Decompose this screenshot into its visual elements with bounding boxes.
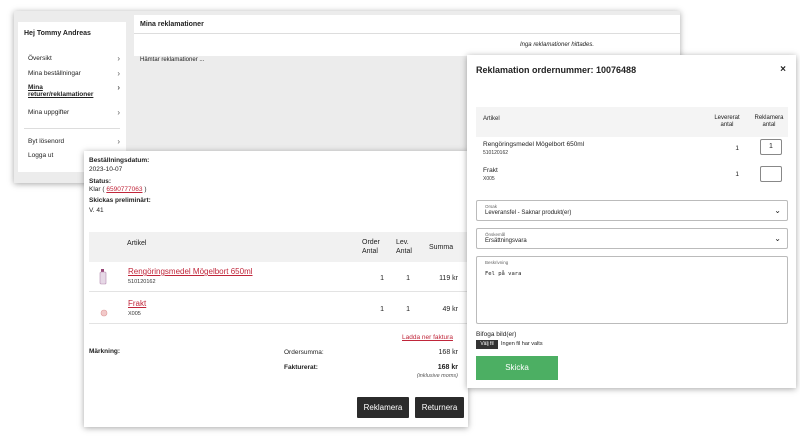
sidebar-item-change-password[interactable]: Byt lösenord › (28, 137, 120, 146)
chevron-right-icon: › (117, 54, 120, 63)
chevron-right-icon: › (117, 137, 120, 146)
order-detail-panel: Beställningsdatum: 2023-10-07 Status: Kl… (84, 151, 468, 427)
sidebar-item-label: Logga ut (28, 152, 54, 159)
col-sum: Summa (429, 244, 454, 251)
description-value: Fel på vara (485, 271, 522, 277)
choose-file-button[interactable]: Välj fil (476, 340, 498, 349)
sidebar-item-label: Mina beställningar (28, 70, 81, 77)
wish-select[interactable]: Önskemål Ersättningsvara ⌄ (476, 228, 788, 249)
bottle-icon (99, 269, 107, 285)
modal-table-header: Artikel Levererat antal Reklamera antal (476, 107, 788, 137)
col-article: Artikel (127, 240, 147, 247)
sidebar-item-label: Översikt (28, 55, 52, 62)
marking-label: Märkning: (89, 348, 121, 355)
col-order-qty: Order Antal (362, 239, 380, 255)
modal-delivered-qty: 1 (735, 145, 739, 152)
divider (24, 128, 120, 129)
modal-product-sku: X005 (483, 176, 495, 182)
reason-value: Leveransfel - Saknar produkt(er) (485, 210, 572, 216)
col-article: Artikel (483, 116, 500, 122)
modal-product-name: Frakt (483, 167, 498, 174)
status-prefix: Klar ( (89, 186, 105, 193)
delivered-qty: 1 (406, 306, 410, 313)
wish-value: Ersättningsvara (485, 238, 527, 244)
order-date-value: 2023-10-07 (89, 166, 123, 173)
divider (89, 323, 468, 324)
sidebar-item-label: Mina returer/reklamationer (28, 84, 94, 98)
download-invoice-link[interactable]: Ladda ner faktura (402, 334, 453, 341)
sidebar-item-overview[interactable]: Översikt › (28, 54, 120, 63)
status-link[interactable]: 6590777063 (106, 186, 142, 193)
description-label: Beskrivning (485, 260, 509, 265)
invoiced-label: Fakturerat: (284, 364, 318, 371)
chevron-down-icon: ⌄ (774, 234, 781, 243)
modal-product-name: Rengöringsmedel Mögelbort 650ml (483, 141, 585, 148)
shipping-icon (100, 309, 108, 317)
reason-select[interactable]: Orsak Leveransfel - Saknar produkt(er) ⌄ (476, 200, 788, 221)
delivered-qty: 1 (406, 275, 410, 282)
greeting: Hej Tommy Andreas (24, 30, 91, 37)
complain-qty-input[interactable] (760, 166, 782, 182)
ship-value: V. 41 (89, 207, 104, 214)
product-link[interactable]: Frakt (128, 299, 146, 308)
sidebar-item-orders[interactable]: Mina beställningar › (28, 69, 120, 78)
chevron-down-icon: ⌄ (774, 206, 781, 215)
chevron-right-icon: › (117, 69, 120, 78)
col-delivered: Levererat antal (714, 115, 740, 128)
status-suffix: ) (144, 186, 147, 193)
divider (89, 291, 468, 292)
no-file-text: Ingen fil har valts (501, 341, 543, 347)
row-sum: 119 kr (439, 275, 458, 282)
modal-product-sku: 510120162 (483, 150, 509, 156)
invoiced-value: 168 kr (437, 364, 458, 371)
description-textarea[interactable]: Beskrivning Fel på vara (476, 256, 788, 324)
product-sku: X005 (128, 311, 141, 317)
order-table-header: Artikel Order Antal Lev. Antal Summa (89, 232, 468, 262)
sidebar-item-details[interactable]: Mina uppgifter › (28, 108, 120, 117)
modal-delivered-qty: 1 (735, 171, 739, 178)
product-link[interactable]: Rengöringsmedel Mögelbort 650ml (128, 267, 253, 276)
product-thumbnail[interactable] (98, 269, 108, 285)
sidebar-item-label: Mina uppgifter (28, 109, 70, 116)
chevron-right-icon: › (117, 83, 120, 92)
incl-vat-note: (inklusive moms) (416, 373, 458, 379)
row-sum: 49 kr (442, 306, 458, 313)
empty-state: Inga reklamationer hittades. (134, 34, 680, 56)
ship-label: Skickas preliminärt: (89, 197, 151, 204)
product-sku: 510120162 (128, 279, 156, 285)
reason-label: Orsak (485, 204, 498, 209)
return-button[interactable]: Returnera (415, 397, 464, 418)
col-delivered-qty: Lev. Antal (396, 239, 412, 255)
empty-note: Inga reklamationer hittades. (519, 42, 595, 48)
modal-title: Reklamation ordernummer: 10076488 (476, 65, 637, 75)
order-qty: 1 (380, 275, 384, 282)
attach-label: Bifoga bild(er) (476, 331, 517, 338)
page-title: Mina reklamationer (140, 21, 204, 28)
complaint-modal: Reklamation ordernummer: 10076488 × Arti… (467, 55, 796, 388)
sidebar-item-returns[interactable]: Mina returer/reklamationer › (28, 83, 120, 98)
status-value: Klar ( 6590777063 ) (89, 186, 146, 193)
wish-label: Önskemål (485, 232, 506, 237)
order-sum-value: 168 kr (438, 349, 458, 356)
order-date-label: Beställningsdatum: (89, 157, 150, 164)
account-sidebar: Hej Tommy Andreas Översikt › Mina beställ… (18, 22, 126, 172)
order-qty: 1 (380, 306, 384, 313)
status-label: Status: (89, 178, 112, 185)
col-complain: Reklamera antal (754, 115, 784, 128)
order-sum-label: Ordersumma: (284, 349, 324, 356)
sidebar-item-label: Byt lösenord (28, 138, 65, 145)
complain-qty-input[interactable]: 1 (760, 139, 782, 155)
complain-button[interactable]: Reklamera (357, 397, 409, 418)
submit-button[interactable]: Skicka (476, 356, 558, 380)
page-title-bar: Mina reklamationer (134, 15, 680, 34)
close-icon[interactable]: × (780, 64, 786, 75)
shipping-thumbnail[interactable] (100, 304, 108, 317)
loading-text: Hämtar reklamationer ... (140, 57, 205, 63)
chevron-right-icon: › (117, 108, 120, 117)
